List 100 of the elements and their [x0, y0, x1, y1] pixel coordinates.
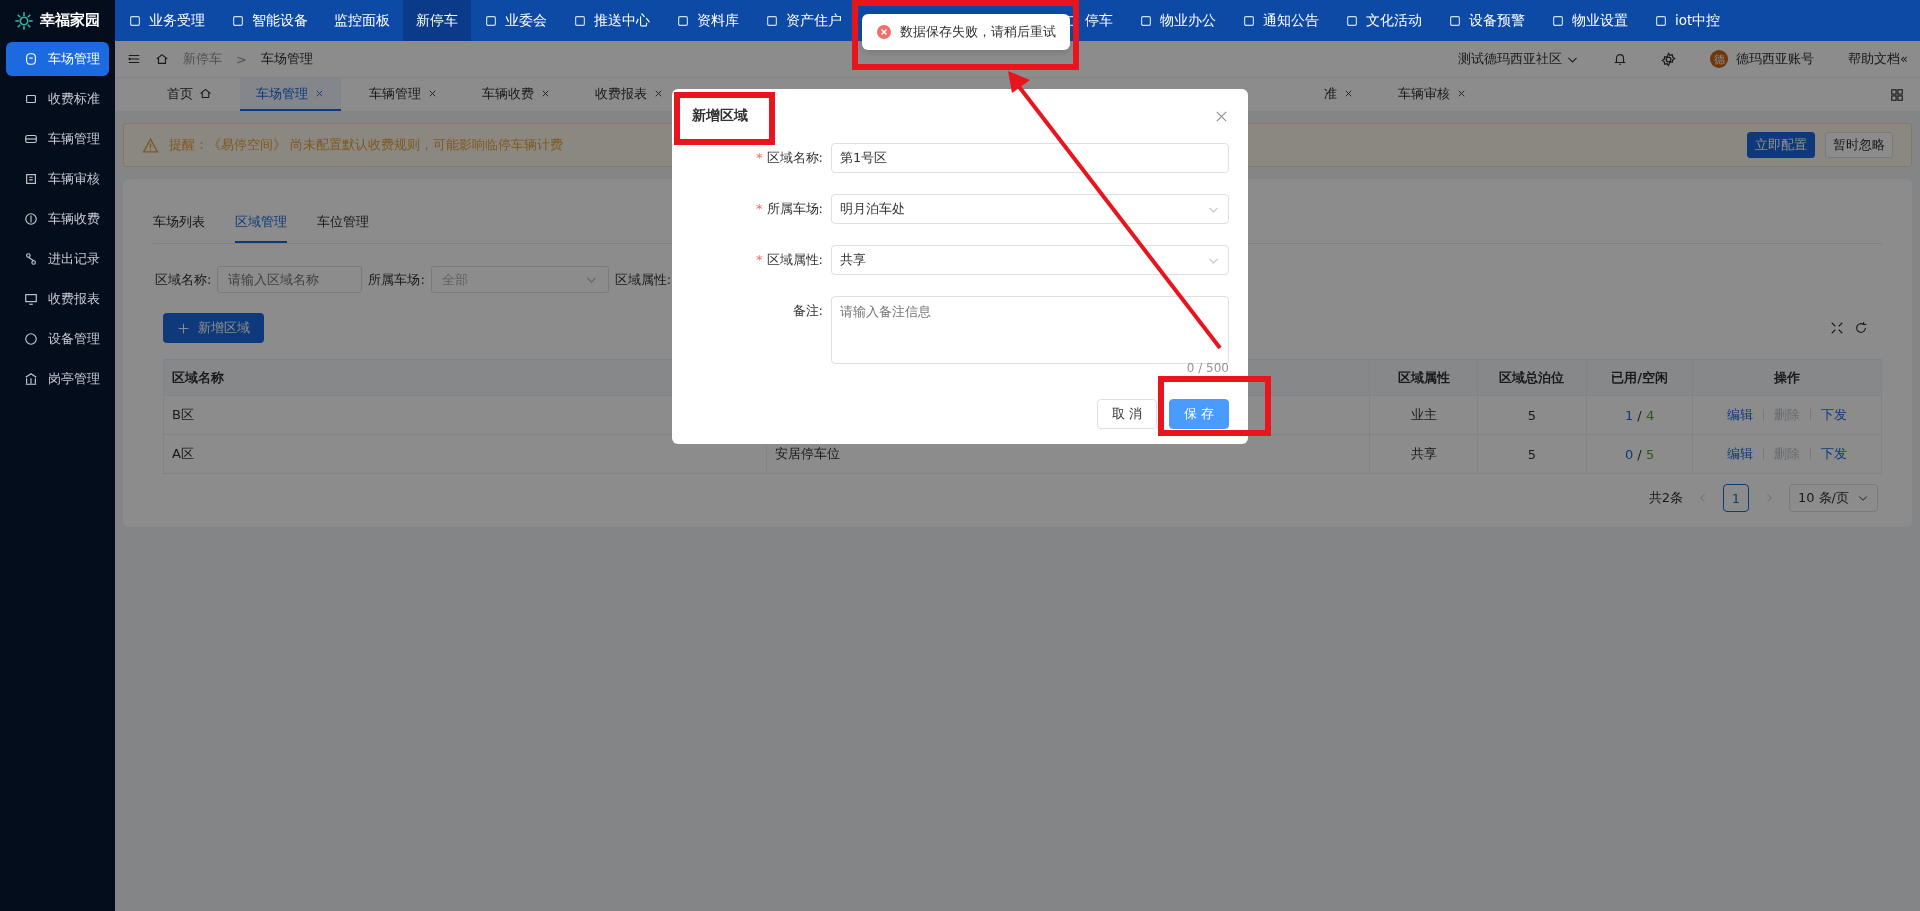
- column-header: 操作: [1692, 360, 1881, 396]
- nav-item[interactable]: 文化活动: [1332, 0, 1435, 41]
- nav-item[interactable]: 推送中心: [560, 0, 663, 41]
- content-tab[interactable]: 车场列表: [153, 205, 205, 243]
- action-link[interactable]: 编辑: [1727, 406, 1754, 424]
- close-icon: [653, 88, 664, 99]
- menu-item-icon: [24, 132, 38, 146]
- menu-item-icon: [24, 372, 38, 386]
- usage-cell: 0 / 5: [1585, 435, 1693, 474]
- page-tab[interactable]: 准: [1308, 78, 1370, 111]
- dialog-title: 新增区域: [692, 107, 748, 125]
- sidebar-item[interactable]: 车辆审核: [6, 162, 109, 196]
- gear-logo-icon: [14, 10, 34, 31]
- select-field[interactable]: 明月泊车处: [831, 194, 1229, 224]
- filter-label: 区域名称:: [155, 270, 212, 289]
- add-area-button[interactable]: 新增区域: [163, 313, 264, 343]
- menu-item-icon: [24, 292, 38, 306]
- community-selector[interactable]: 测试德玛西亚社区: [1458, 50, 1563, 68]
- nav-icon: [573, 13, 587, 28]
- cancel-button[interactable]: 取 消: [1096, 399, 1157, 429]
- sidebar-item[interactable]: 进出记录: [6, 242, 109, 276]
- total-count: 共2条: [1648, 489, 1683, 507]
- table-cell: 业主: [1369, 396, 1477, 435]
- nav-item[interactable]: 资产住户: [752, 0, 855, 41]
- nav-item[interactable]: 物业办公: [1126, 0, 1229, 41]
- home-icon: [155, 52, 169, 66]
- menu-item-icon: [24, 52, 38, 66]
- sidebar-item[interactable]: 设备管理: [6, 322, 109, 356]
- action-link[interactable]: 下发: [1821, 406, 1848, 424]
- sidebar-item[interactable]: 车场管理: [6, 42, 109, 76]
- page-tab[interactable]: 车辆收费: [466, 78, 567, 111]
- content-tab[interactable]: 区域管理: [235, 205, 287, 243]
- close-icon: [314, 88, 325, 99]
- menu-item-icon: [24, 92, 38, 106]
- column-header: 已用/空闲: [1585, 360, 1693, 396]
- page-tab[interactable]: 车场管理: [240, 78, 341, 111]
- required-asterisk: *: [756, 251, 763, 269]
- sidebar-item[interactable]: 岗亭管理: [6, 362, 109, 396]
- close-icon: [427, 88, 438, 99]
- sidebar-item[interactable]: 车辆收费: [6, 202, 109, 236]
- close-icon: [1343, 88, 1354, 99]
- page-tab[interactable]: 车辆审核: [1382, 78, 1483, 111]
- close-icon: [1456, 88, 1467, 99]
- alert-message: 提醒：《易停空间》 尚未配置默认收费规则，可能影响临停车辆计费: [169, 136, 564, 154]
- remark-field[interactable]: 请输入备注信息: [831, 296, 1229, 364]
- nav-icon: [1242, 13, 1256, 28]
- grid-icon: [1890, 87, 1904, 102]
- select-field[interactable]: 共享: [831, 245, 1229, 275]
- field-label: 区域名称:: [766, 149, 823, 167]
- menu-item-icon: [24, 172, 38, 186]
- nav-item[interactable]: 资料库: [663, 0, 752, 41]
- nav-item[interactable]: iot中控: [1641, 0, 1734, 41]
- menu-item-icon: [24, 332, 38, 346]
- nav-icon: [676, 13, 690, 28]
- table-cell: 共享: [1369, 435, 1477, 474]
- account-name[interactable]: 德玛西亚账号: [1736, 50, 1815, 68]
- nav-item[interactable]: 通知公告: [1229, 0, 1332, 41]
- page-size-select[interactable]: 10 条/页: [1788, 484, 1878, 512]
- page-number[interactable]: 1: [1722, 484, 1749, 512]
- save-button[interactable]: 保 存: [1168, 399, 1229, 429]
- filter-label: 区域属性:: [614, 270, 672, 289]
- column-header: 区域总泊位: [1476, 360, 1586, 396]
- table-cell: 5: [1476, 435, 1586, 474]
- usage-cell: 1 / 4: [1585, 396, 1693, 435]
- error-icon: [876, 24, 892, 40]
- nav-icon: [484, 13, 498, 28]
- nav-icon: [1448, 13, 1462, 28]
- menu-item-icon: [24, 252, 38, 266]
- page-tab[interactable]: 首页: [151, 78, 228, 111]
- user-avatar[interactable]: 德: [1710, 50, 1729, 68]
- breadcrumb-item: 车场管理: [260, 50, 313, 68]
- ignore-button[interactable]: 暂时忽略: [1825, 132, 1893, 158]
- action-link[interactable]: 编辑: [1727, 445, 1754, 463]
- refresh-icon: [1854, 321, 1868, 335]
- area-name-field[interactable]: 第1号区: [831, 143, 1229, 173]
- page-tab[interactable]: 收费报表: [579, 78, 680, 111]
- field-label: 区域属性:: [766, 251, 823, 269]
- nav-icon: [128, 13, 142, 28]
- content-tab[interactable]: 车位管理: [317, 205, 369, 243]
- help-link[interactable]: 帮助文档«: [1848, 50, 1908, 68]
- nav-item[interactable]: 智能设备: [218, 0, 321, 41]
- nav-item[interactable]: 新停车: [403, 0, 471, 41]
- area-name-input[interactable]: 请输入区域名称: [217, 266, 363, 293]
- configure-button[interactable]: 立即配置: [1747, 132, 1815, 158]
- nav-item[interactable]: 监控面板: [321, 0, 403, 41]
- close-icon: [540, 88, 551, 99]
- table-cell: 5: [1476, 396, 1586, 435]
- nav-item[interactable]: 业委会: [471, 0, 560, 41]
- nav-item[interactable]: 物业设置: [1538, 0, 1641, 41]
- nav-item[interactable]: 设备预警: [1435, 0, 1538, 41]
- sidebar-item[interactable]: 收费报表: [6, 282, 109, 316]
- nav-icon: [1551, 13, 1565, 28]
- action-link[interactable]: 下发: [1821, 445, 1848, 463]
- nav-icon: [1345, 13, 1359, 28]
- sidebar-item[interactable]: 车辆管理: [6, 122, 109, 156]
- nav-item[interactable]: 业务受理: [115, 0, 218, 41]
- home-icon: [199, 87, 212, 100]
- sidebar-item[interactable]: 收费标准: [6, 82, 109, 116]
- page-tab[interactable]: 车辆管理: [353, 78, 454, 111]
- column-header: 区域属性: [1369, 360, 1477, 396]
